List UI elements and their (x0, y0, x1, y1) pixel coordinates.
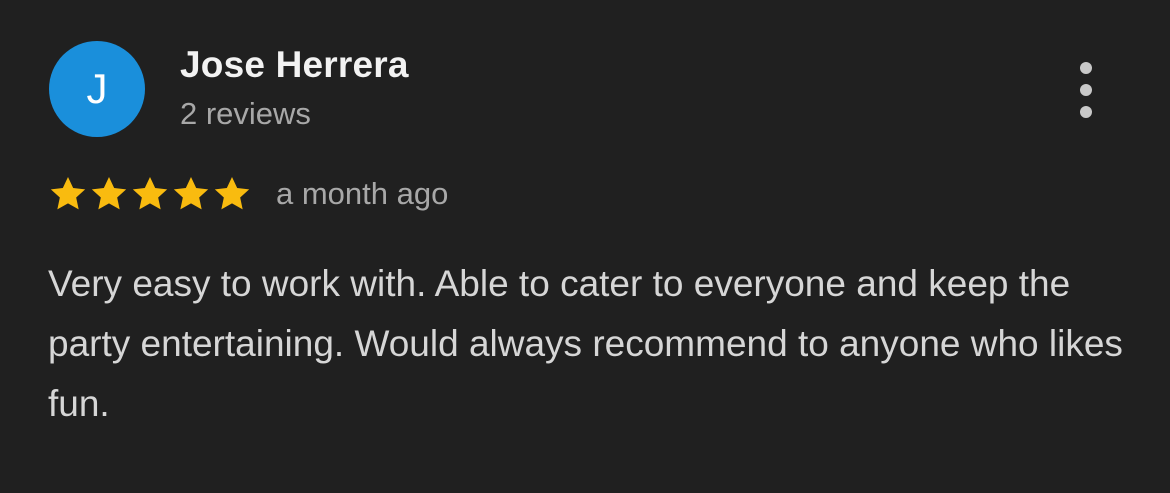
avatar[interactable]: J (49, 41, 145, 137)
star-icon (214, 177, 250, 210)
star-icon (50, 177, 86, 210)
star-icon (132, 177, 168, 210)
review-card: J Jose Herrera 2 reviews a month ago Ver… (0, 0, 1170, 493)
review-count[interactable]: 2 reviews (180, 96, 311, 132)
rating-row: a month ago (48, 172, 448, 216)
more-options-button[interactable] (1068, 62, 1104, 118)
star-icon (91, 177, 127, 210)
review-date: a month ago (276, 176, 449, 211)
more-vert-icon (1080, 62, 1092, 74)
review-text: Very easy to work with. Able to cater to… (48, 263, 1123, 424)
more-vert-icon-dot (1080, 84, 1092, 96)
author-name[interactable]: Jose Herrera (180, 44, 409, 86)
star-icon (173, 177, 209, 210)
avatar-initial: J (86, 65, 108, 112)
star-rating (48, 174, 252, 214)
more-vert-icon-dot (1080, 106, 1092, 118)
